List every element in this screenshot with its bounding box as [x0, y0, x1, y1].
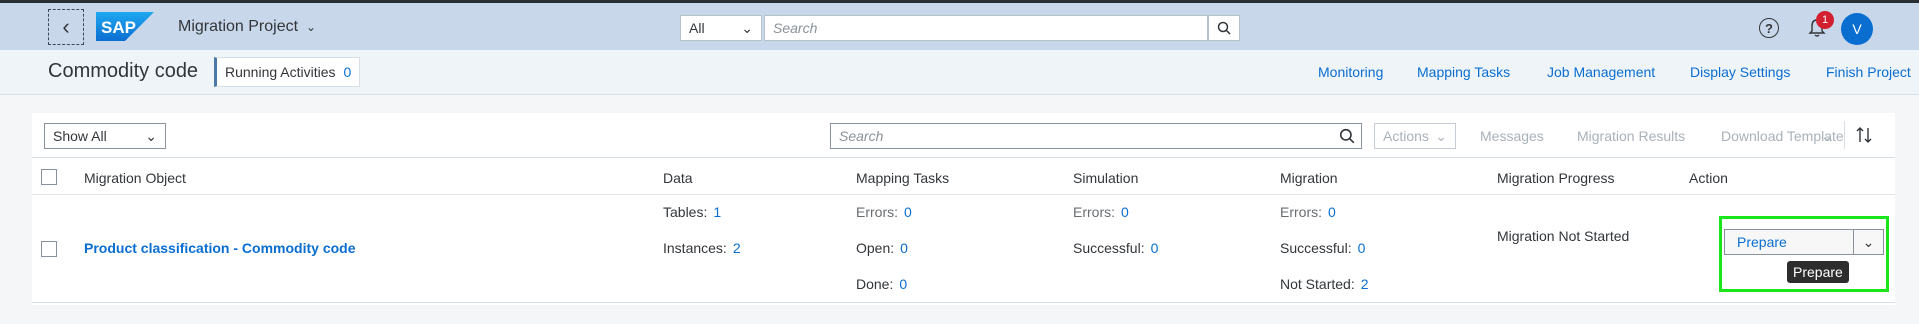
search-icon[interactable]: [1339, 128, 1355, 144]
table-search-placeholder: Search: [839, 128, 884, 144]
simulation-errors-label: Errors:: [1073, 204, 1115, 220]
mapping-done-value[interactable]: 0: [899, 276, 907, 292]
prepare-split-button[interactable]: Prepare ⌄: [1724, 229, 1884, 255]
chevron-down-icon: ⌄: [1435, 128, 1447, 144]
actions-menu-button[interactable]: Actions ⌄: [1374, 123, 1456, 149]
migration-results-button[interactable]: Migration Results: [1577, 128, 1685, 144]
table-toolbar: Show All ⌄ Search Actions ⌄ Messages Mig…: [32, 113, 1895, 157]
header-migration: Migration: [1280, 170, 1338, 186]
messages-button[interactable]: Messages: [1480, 128, 1544, 144]
page-header: Commodity code Running Activities 0 Moni…: [0, 50, 1919, 95]
running-activities-count: 0: [343, 64, 352, 80]
back-button[interactable]: ‹: [48, 9, 84, 45]
migration-errors-value[interactable]: 0: [1328, 204, 1336, 220]
mapping-open: Open: 0: [856, 240, 908, 256]
mapping-errors-value[interactable]: 0: [904, 204, 912, 220]
simulation-successful-value[interactable]: 0: [1151, 240, 1159, 256]
row-select-checkbox[interactable]: [41, 241, 57, 257]
migration-object-link[interactable]: Product classification - Commodity code: [84, 240, 356, 256]
select-all-checkbox[interactable]: [41, 169, 57, 185]
mapping-errors-label: Errors:: [856, 204, 898, 220]
help-icon[interactable]: ?: [1759, 18, 1779, 38]
svg-text:SAP: SAP: [101, 18, 136, 37]
tables-label: Tables:: [663, 204, 708, 220]
toolbar-divider: [1844, 121, 1845, 149]
prepare-tooltip: Prepare: [1787, 261, 1849, 283]
migration-not-started-label: Not Started:: [1280, 276, 1355, 292]
search-placeholder: Search: [773, 20, 818, 36]
mapping-errors: Errors: 0: [856, 204, 912, 220]
migration-errors-label: Errors:: [1280, 204, 1322, 220]
shell-bar: ‹ SAP Migration Project ⌄ All ⌄ Search ?…: [0, 0, 1919, 50]
table-search-input[interactable]: Search: [830, 123, 1362, 149]
chevron-down-icon: ⌄: [145, 127, 157, 144]
migration-errors: Errors: 0: [1280, 204, 1336, 220]
user-avatar[interactable]: V: [1841, 13, 1873, 45]
migration-not-started-value[interactable]: 2: [1361, 276, 1369, 292]
instances-value[interactable]: 2: [733, 240, 741, 256]
search-scope-value: All: [689, 20, 705, 36]
nav-display-settings[interactable]: Display Settings: [1690, 64, 1790, 80]
actions-label: Actions: [1383, 128, 1429, 144]
prepare-button[interactable]: Prepare: [1725, 230, 1853, 254]
chevron-down-icon: ⌄: [741, 19, 753, 36]
migration-not-started: Not Started: 2: [1280, 276, 1369, 292]
chevron-left-icon: ‹: [62, 14, 70, 39]
nav-finish-project[interactable]: Finish Project: [1826, 64, 1911, 80]
mapping-done: Done: 0: [856, 276, 907, 292]
app-title: Migration Project: [178, 18, 299, 35]
header-action: Action: [1689, 170, 1728, 186]
sap-logo[interactable]: SAP: [96, 12, 154, 41]
nav-mapping-tasks[interactable]: Mapping Tasks: [1417, 64, 1510, 80]
header-migration-object: Migration Object: [84, 170, 186, 186]
mapping-open-value[interactable]: 0: [900, 240, 908, 256]
migration-successful-value[interactable]: 0: [1358, 240, 1366, 256]
page-title: Commodity code: [48, 60, 199, 82]
filter-select[interactable]: Show All ⌄: [44, 123, 166, 149]
migration-successful: Successful: 0: [1280, 240, 1365, 256]
header-data: Data: [663, 170, 693, 186]
notification-badge: 1: [1816, 11, 1834, 29]
chevron-down-icon: ⌄: [306, 20, 317, 34]
instances-label: Instances:: [663, 240, 727, 256]
migration-objects-table: Show All ⌄ Search Actions ⌄ Messages Mig…: [32, 113, 1895, 305]
search-scope-select[interactable]: All ⌄: [680, 15, 762, 41]
running-activities-button[interactable]: Running Activities 0: [214, 57, 361, 87]
simulation-successful-label: Successful:: [1073, 240, 1145, 256]
mapping-open-label: Open:: [856, 240, 895, 256]
mapping-done-label: Done:: [856, 276, 894, 292]
data-instances: Instances: 2: [663, 240, 741, 256]
nav-job-management[interactable]: Job Management: [1547, 64, 1655, 80]
data-tables: Tables: 1: [663, 204, 721, 220]
table-row[interactable]: Product classification - Commodity code …: [32, 195, 1895, 303]
tables-value[interactable]: 1: [713, 204, 721, 220]
migration-progress-status: Migration Not Started: [1497, 228, 1630, 244]
sort-icon[interactable]: [1855, 125, 1873, 145]
simulation-successful: Successful: 0: [1073, 240, 1158, 256]
header-simulation: Simulation: [1073, 170, 1139, 186]
app-title-menu[interactable]: Migration Project ⌄: [178, 18, 316, 36]
shell-search-input[interactable]: Search: [764, 15, 1208, 41]
chevron-down-icon[interactable]: ⌄: [1853, 230, 1883, 254]
table-header-row: Migration Object Data Mapping Tasks Simu…: [32, 157, 1895, 195]
header-mapping-tasks: Mapping Tasks: [856, 170, 950, 186]
shell-search-button[interactable]: [1208, 15, 1240, 41]
search-icon: [1217, 21, 1231, 35]
simulation-errors-value[interactable]: 0: [1121, 204, 1129, 220]
migration-successful-label: Successful:: [1280, 240, 1352, 256]
nav-monitoring[interactable]: Monitoring: [1318, 64, 1383, 80]
chevron-down-icon: ⌄: [1821, 128, 1833, 144]
filter-value: Show All: [53, 128, 107, 144]
simulation-errors: Errors: 0: [1073, 204, 1129, 220]
header-migration-progress: Migration Progress: [1497, 170, 1615, 186]
running-activities-label: Running Activities: [225, 64, 336, 80]
